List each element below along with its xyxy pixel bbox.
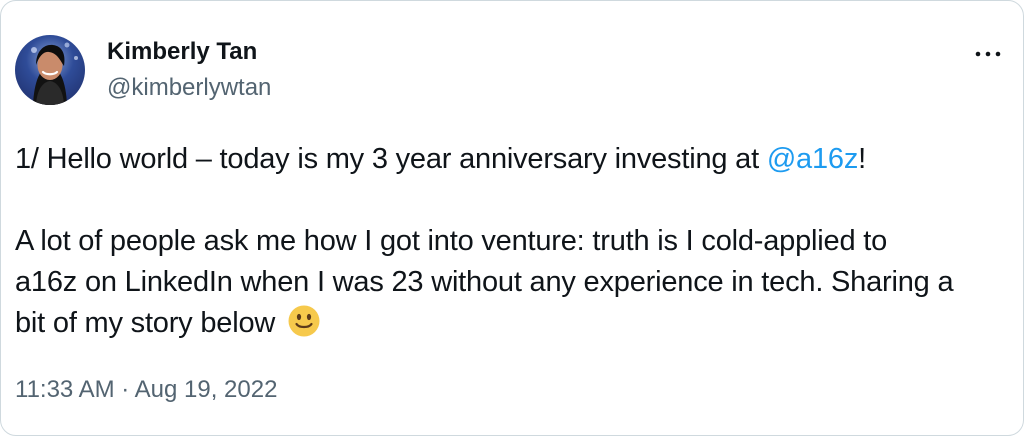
tweet-text: 1/ Hello world – today is my 3 year anni… — [15, 139, 1010, 344]
slightly-smiling-face-icon — [287, 304, 321, 338]
tweet-line-1-prefix: 1/ Hello world – today is my 3 year anni… — [15, 143, 767, 175]
more-horizontal-icon — [975, 51, 1001, 57]
date-link[interactable]: Aug 19, 2022 — [135, 376, 278, 403]
tweet-line-4: bit of my story below — [15, 303, 1010, 344]
tweet-line-4-text: bit of my story below — [15, 307, 276, 339]
timestamp-separator: · — [114, 376, 135, 403]
author-name[interactable]: Kimberly Tan — [107, 36, 257, 68]
mention-a16z-link[interactable]: @a16z — [767, 143, 859, 175]
tweet-timestamp: 11:33 AM · Aug 19, 2022 — [15, 374, 277, 406]
tweet-line-2: A lot of people ask me how I got into ve… — [15, 225, 888, 257]
tweet-card: Kimberly Tan @kimberlywtan 1/ Hello worl… — [0, 0, 1024, 436]
tweet-line-3: a16z on LinkedIn when I was 23 without a… — [15, 266, 954, 298]
tweet-line-1: 1/ Hello world – today is my 3 year anni… — [15, 139, 1010, 180]
tweet-line-1-suffix: ! — [858, 143, 866, 175]
author-avatar[interactable] — [15, 35, 85, 105]
more-options-button[interactable] — [971, 41, 1005, 67]
time-link[interactable]: 11:33 AM — [15, 376, 115, 403]
profile-avatar-icon — [15, 35, 85, 105]
author-handle[interactable]: @kimberlywtan — [107, 72, 271, 104]
